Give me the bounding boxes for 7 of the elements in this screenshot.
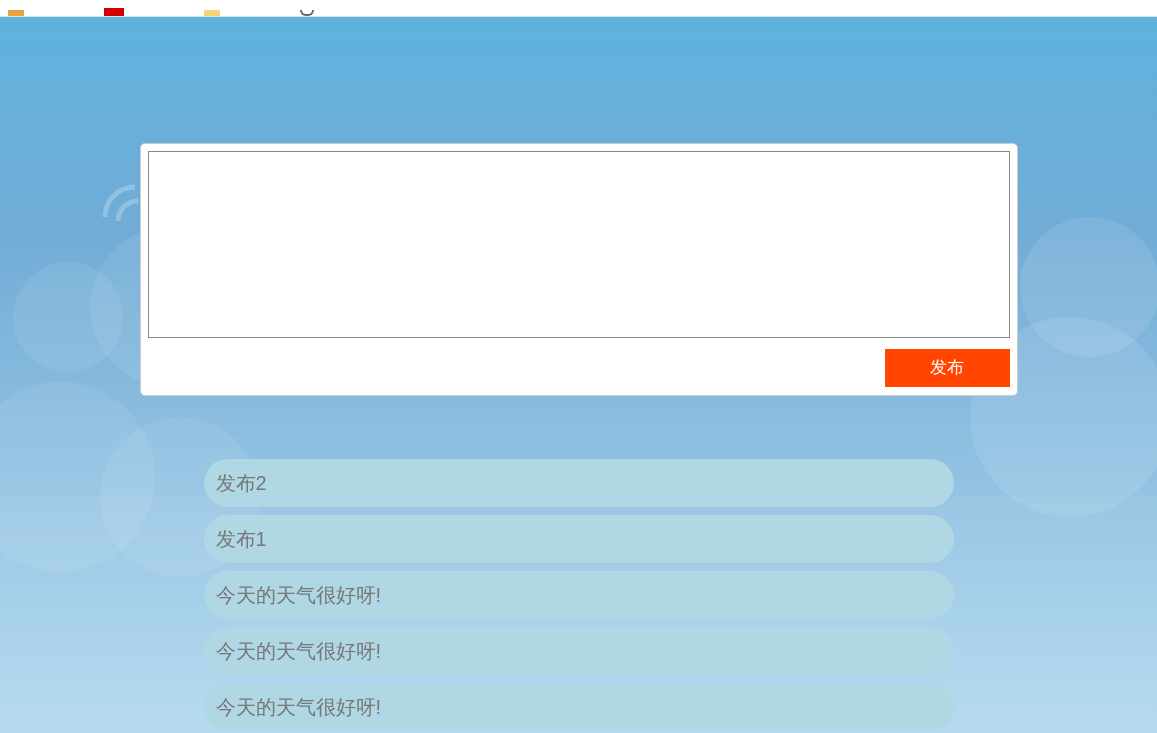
post-input[interactable] — [147, 151, 1010, 338]
post-item: 发布2 — [203, 459, 954, 507]
post-item: 发布1 — [203, 515, 954, 563]
post-item: 今天的天气很好呀! — [203, 683, 954, 731]
publish-button[interactable]: 发布 — [884, 349, 1010, 387]
post-item: 今天的天气很好呀! — [203, 627, 954, 675]
post-item: 今天的天气很好呀! — [203, 571, 954, 619]
